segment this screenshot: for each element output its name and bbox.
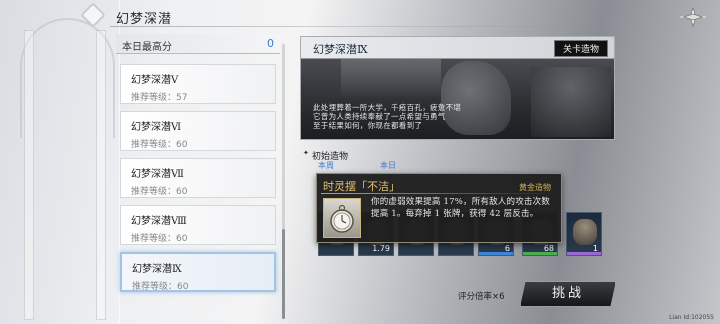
stage-list: 本日最高分 0 幻梦深潜Ⅴ 推荐等级：57 幻梦深潜Ⅵ 推荐等级：60 幻梦深潜… [116,34,280,324]
compass-star-icon[interactable] [678,6,708,28]
stage-recommended-level: 推荐等级：57 [131,93,188,103]
artifact-tooltip: 时灵摆「不洁」 黄金造物 你的虚弱效果提高 17%，所有敌人的攻击次数提高 1。… [316,173,562,243]
stage-name: 幻梦深潜Ⅸ [132,264,182,275]
stage-card-header: 幻梦深潜Ⅸ 关卡造物 [301,37,614,59]
best-score-label: 本日最高分 [122,42,172,53]
score-multiplier: 评分倍率×6 [458,292,505,302]
rarity-bar [523,252,557,255]
background-architecture [0,0,120,324]
page-title: 幻梦深潜 [116,12,173,27]
stage-artifact-button[interactable]: 关卡造物 [553,40,608,57]
pocket-watch-icon [323,198,361,238]
stage-recommended-level: 推荐等级：60 [131,140,188,150]
stage-list-scrollbar[interactable] [282,44,285,319]
stage-item-5[interactable]: 幻梦深潜Ⅴ 推荐等级：57 [120,64,276,104]
artifact-slot[interactable]: 1 [566,212,602,256]
stage-recommended-level: 推荐等级：60 [131,234,188,244]
stage-item-6[interactable]: 幻梦深潜Ⅵ 推荐等级：60 [120,111,276,151]
rarity-bar [567,252,601,255]
art-shape [531,67,611,137]
background-column [96,30,106,320]
tooltip-divider [321,193,559,194]
scrollbar-thumb[interactable] [282,229,285,319]
best-score-bar: 本日最高分 0 [116,34,280,54]
rarity-bar [479,252,513,255]
stage-item-7[interactable]: 幻梦深潜Ⅶ 推荐等级：60 [120,158,276,198]
week-label: 本周 [318,161,334,170]
stage-recommended-level: 推荐等级：60 [131,187,188,197]
stage-name: 幻梦深潜Ⅶ [131,169,184,180]
stage-item-8[interactable]: 幻梦深潜Ⅷ 推荐等级：60 [120,205,276,245]
stage-item-9-selected[interactable]: 幻梦深潜Ⅸ 推荐等级：60 [120,252,276,292]
tooltip-title: 时灵摆「不洁」 [323,180,400,193]
stage-recommended-level: 推荐等级：60 [132,282,189,292]
user-id: Lian Id:102055 [669,314,714,321]
tooltip-rarity: 黄金造物 [519,183,551,192]
stage-card-title: 幻梦深潜Ⅸ [313,43,368,56]
artifact-image [573,219,597,245]
challenge-button[interactable]: 挑战 [520,281,616,307]
best-score-value: 0 [267,37,274,50]
stage-name: 幻梦深潜Ⅵ [131,122,182,133]
stage-name: 幻梦深潜Ⅷ [131,216,187,227]
stage-description: 此处埋葬着一所大学，千疮百孔，疲惫不堪 它曾为人类持续奉献了一点希望与勇气 至于… [313,103,462,130]
stage-detail-card: 幻梦深潜Ⅸ 关卡造物 此处埋葬着一所大学，千疮百孔，疲惫不堪 它曾为人类持续奉献… [300,36,615,140]
title-divider [110,26,630,27]
tooltip-description: 你的虚弱效果提高 17%，所有敌人的攻击次数提高 1。每弃掉 1 张牌，获得 4… [371,197,550,219]
art-shape [341,59,441,99]
background-column [24,30,34,320]
stage-name: 幻梦深潜Ⅴ [131,75,179,86]
today-label: 本日 [380,161,396,170]
